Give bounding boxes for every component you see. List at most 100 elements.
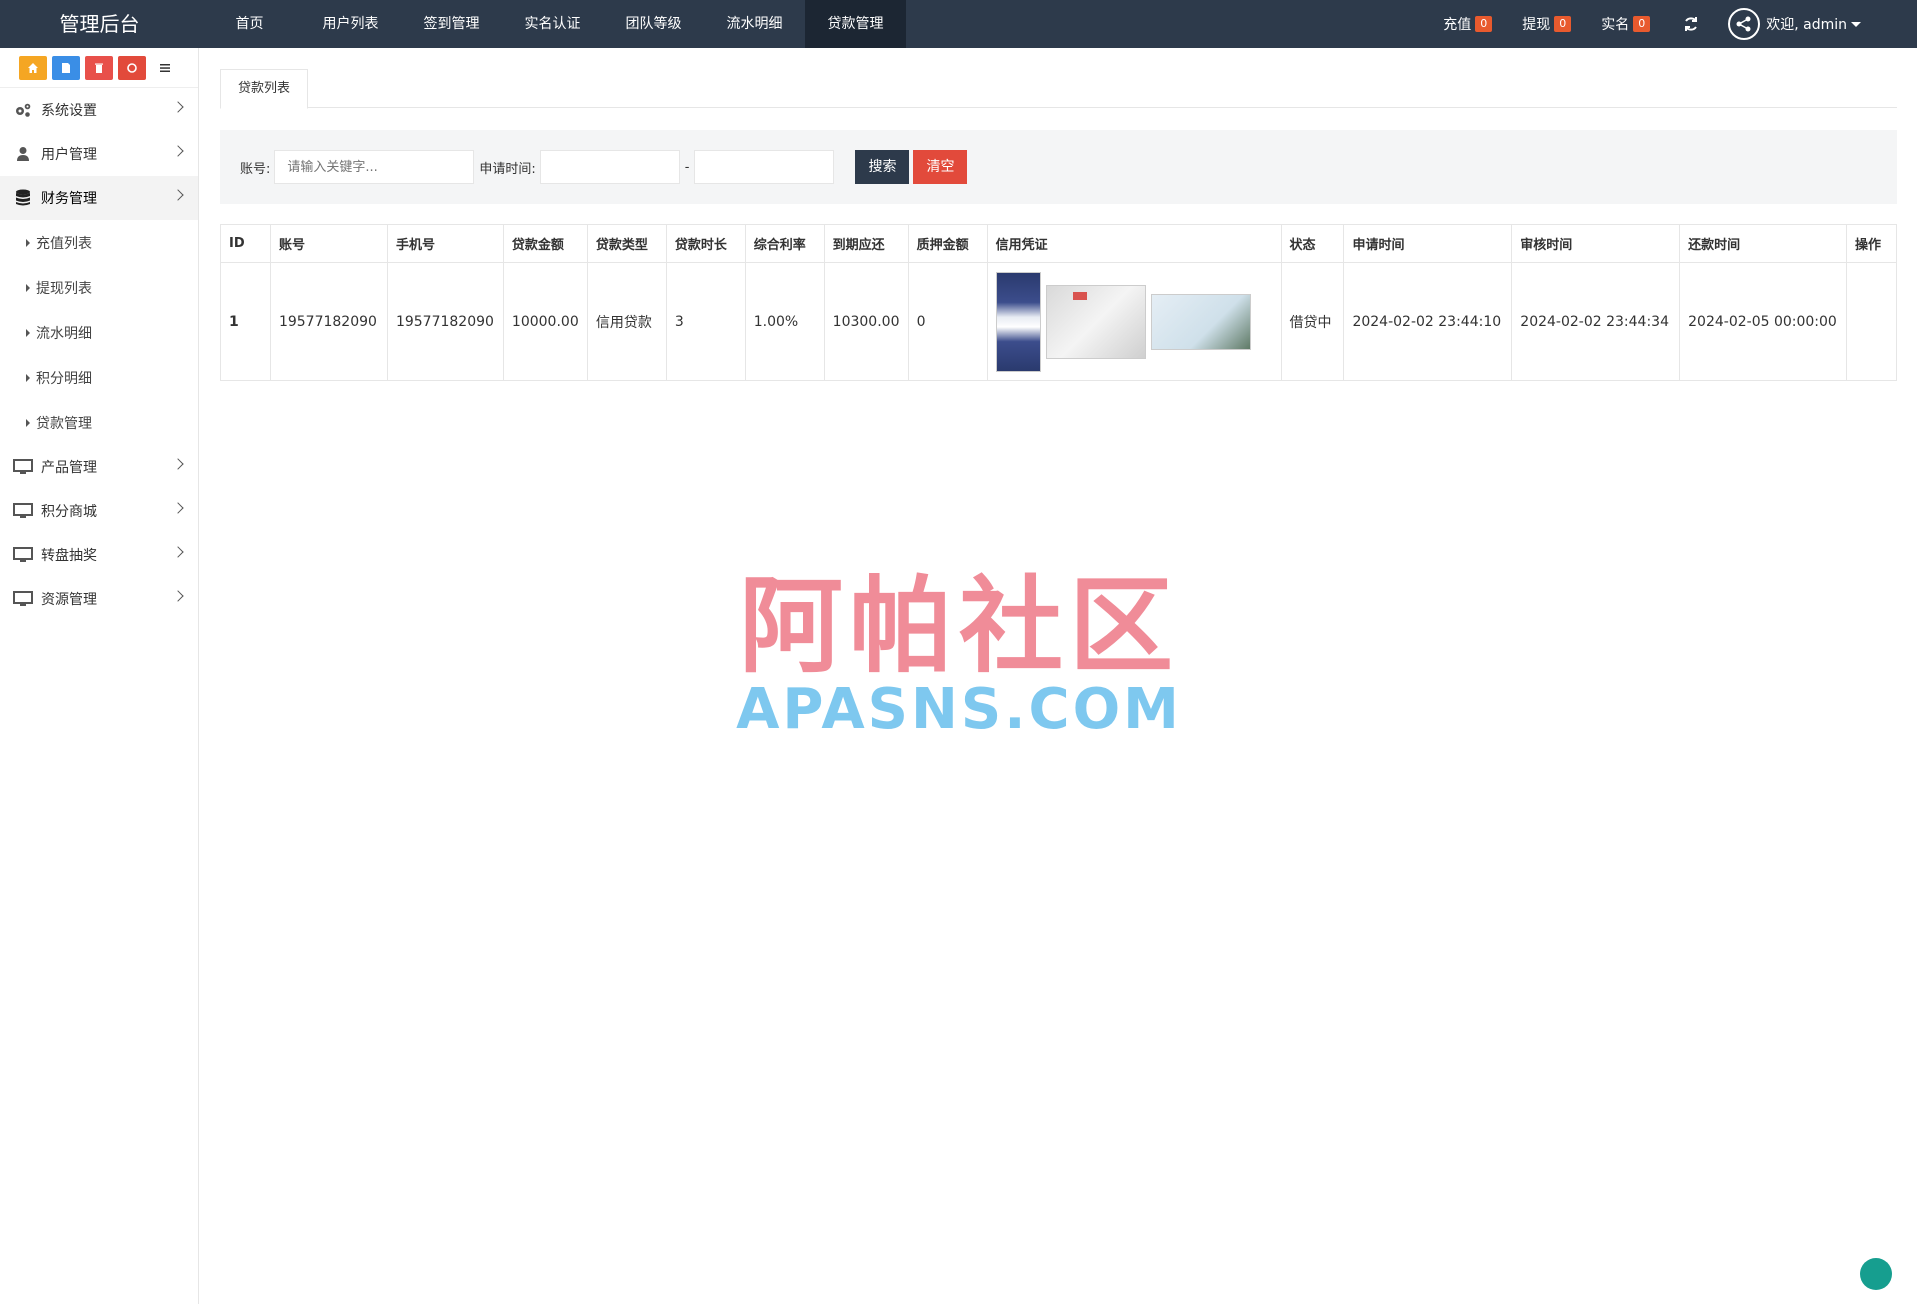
sidebar-subitem-loan-management[interactable]: 贷款管理 xyxy=(0,400,198,445)
credential-image-2[interactable] xyxy=(1045,284,1146,359)
apply-time-end-input[interactable] xyxy=(694,150,835,184)
chevron-right-icon xyxy=(172,546,184,558)
clear-button[interactable]: 清空 xyxy=(913,150,968,184)
col-header-apply-time: 申请时间 xyxy=(1343,224,1513,263)
nav-verification[interactable]: 实名认证 xyxy=(502,0,603,48)
stat-verify[interactable]: 实名 0 xyxy=(1601,14,1651,34)
credential-images xyxy=(995,271,1281,372)
avatar xyxy=(1728,8,1761,40)
watermark-cn: 阿帕社区 xyxy=(738,565,1179,687)
user-icon xyxy=(13,144,33,164)
gears-icon xyxy=(13,100,33,120)
sidebar-subitem-label: 流水明细 xyxy=(36,325,92,342)
user-menu[interactable]: 欢迎, admin xyxy=(1728,8,1861,40)
cell-status: 借贷中 xyxy=(1280,262,1345,381)
cell-due: 10300.00 xyxy=(823,262,909,381)
stat-withdraw[interactable]: 提现 0 xyxy=(1522,14,1572,34)
col-header-review-time: 审核时间 xyxy=(1511,224,1681,263)
top-right: 充值 0 提现 0 实名 0 欢迎, admin xyxy=(1443,0,1917,48)
table-header-row: ID 账号 手机号 贷款金额 贷款类型 贷款时长 综合利率 到期应还 质押金额 … xyxy=(220,224,1898,263)
col-header-repay-time: 还款时间 xyxy=(1679,224,1847,263)
credential-image-1[interactable] xyxy=(995,271,1041,372)
sidebar: 系统设置 用户管理 财务管理 充值列表 提现列表 流水明细 积分明细 贷款管理 xyxy=(0,48,199,1304)
sidebar-item-label: 转盘抽奖 xyxy=(41,548,97,564)
stat-recharge[interactable]: 充值 0 xyxy=(1443,14,1493,34)
apply-time-label: 申请时间: xyxy=(479,161,536,177)
top-nav: 首页 用户列表 签到管理 实名认证 团队等级 流水明细 贷款管理 xyxy=(199,0,906,48)
credential-image-3[interactable] xyxy=(1150,293,1251,350)
caret-right-icon xyxy=(26,328,30,337)
cell-credentials xyxy=(986,262,1282,381)
col-header-credentials: 信用凭证 xyxy=(986,224,1282,263)
stat-recharge-label: 充值 xyxy=(1443,17,1472,33)
loan-table: ID 账号 手机号 贷款金额 贷款类型 贷款时长 综合利率 到期应还 质押金额 … xyxy=(220,224,1898,381)
col-header-rate: 综合利率 xyxy=(744,224,825,263)
sidebar-item-label: 系统设置 xyxy=(41,103,97,119)
stat-recharge-badge: 0 xyxy=(1475,16,1493,32)
sidebar-subitem-label: 积分明细 xyxy=(36,370,92,387)
sidebar-item-finance[interactable]: 财务管理 xyxy=(0,176,198,220)
chevron-right-icon xyxy=(172,502,184,514)
stat-withdraw-badge: 0 xyxy=(1554,16,1572,32)
sidebar-subitem-points-detail[interactable]: 积分明细 xyxy=(0,355,198,400)
sidebar-item-label: 财务管理 xyxy=(41,191,97,207)
sidebar-item-label: 产品管理 xyxy=(41,460,97,476)
table-row: 1 19577182090 19577182090 10000.00 信用贷款 … xyxy=(220,262,1898,381)
sidebar-item-system-settings[interactable]: 系统设置 xyxy=(0,88,198,132)
col-header-action: 操作 xyxy=(1845,224,1898,263)
sidebar-item-product-management[interactable]: 产品管理 xyxy=(0,445,198,489)
nav-flow[interactable]: 流水明细 xyxy=(704,0,805,48)
sidebar-item-user-management[interactable]: 用户管理 xyxy=(0,132,198,176)
col-header-phone: 手机号 xyxy=(386,224,504,263)
nav-user-list[interactable]: 用户列表 xyxy=(300,0,401,48)
database-icon xyxy=(13,188,33,208)
welcome-text: 欢迎, admin xyxy=(1766,17,1847,33)
account-search-input[interactable] xyxy=(274,150,475,184)
apply-time-start-input[interactable] xyxy=(539,150,680,184)
sidebar-item-label: 资源管理 xyxy=(41,592,97,608)
chevron-right-icon xyxy=(172,101,184,113)
recycle-icon[interactable] xyxy=(118,55,146,80)
search-bar: 账号: 申请时间: - 搜索 清空 xyxy=(220,130,1897,204)
stat-withdraw-label: 提现 xyxy=(1522,17,1551,33)
col-header-pledge: 质押金额 xyxy=(907,224,988,263)
nav-home[interactable]: 首页 xyxy=(199,0,300,48)
quick-toolbar xyxy=(0,48,198,88)
chevron-right-icon xyxy=(172,458,184,470)
sidebar-item-resource-management[interactable]: 资源管理 xyxy=(0,577,198,621)
sidebar-item-lucky-wheel[interactable]: 转盘抽奖 xyxy=(0,533,198,577)
sidebar-subitem-flow-detail[interactable]: 流水明细 xyxy=(0,310,198,355)
nav-team-level[interactable]: 团队等级 xyxy=(603,0,704,48)
top-navbar: 管理后台 首页 用户列表 签到管理 实名认证 团队等级 流水明细 贷款管理 充值… xyxy=(0,0,1917,48)
col-header-duration: 贷款时长 xyxy=(665,224,746,263)
caret-right-icon xyxy=(26,418,30,427)
trash-icon[interactable] xyxy=(85,55,113,80)
app-title: 管理后台 xyxy=(59,12,140,36)
floating-help-button[interactable] xyxy=(1860,1258,1892,1290)
cell-review-time: 2024-02-02 23:44:34 xyxy=(1511,262,1681,381)
account-label: 账号: xyxy=(240,161,271,177)
cell-amount: 10000.00 xyxy=(502,262,588,381)
sidebar-item-points-mall[interactable]: 积分商城 xyxy=(0,489,198,533)
file-icon[interactable] xyxy=(52,55,80,80)
sidebar-subitem-label: 充值列表 xyxy=(36,235,92,252)
search-button[interactable]: 搜索 xyxy=(855,150,910,184)
refresh-icon[interactable] xyxy=(1680,13,1702,35)
sidebar-subitem-withdraw-list[interactable]: 提现列表 xyxy=(0,265,198,310)
home-icon[interactable] xyxy=(19,55,47,80)
nav-loan[interactable]: 贷款管理 xyxy=(805,0,906,48)
sidebar-subitem-label: 提现列表 xyxy=(36,280,92,297)
chevron-right-icon xyxy=(172,145,184,157)
cell-action[interactable] xyxy=(1845,262,1898,381)
list-icon[interactable] xyxy=(151,55,179,80)
col-header-amount: 贷款金额 xyxy=(502,224,588,263)
stat-verify-badge: 0 xyxy=(1633,16,1651,32)
monitor-icon xyxy=(13,545,33,565)
tab-loan-list[interactable]: 贷款列表 xyxy=(220,69,308,109)
sidebar-subitem-recharge-list[interactable]: 充值列表 xyxy=(0,220,198,265)
cell-phone: 19577182090 xyxy=(386,262,504,381)
cell-type: 信用贷款 xyxy=(586,262,667,381)
sidebar-item-label: 用户管理 xyxy=(41,147,97,163)
cell-account: 19577182090 xyxy=(269,262,388,381)
nav-checkin[interactable]: 签到管理 xyxy=(401,0,502,48)
